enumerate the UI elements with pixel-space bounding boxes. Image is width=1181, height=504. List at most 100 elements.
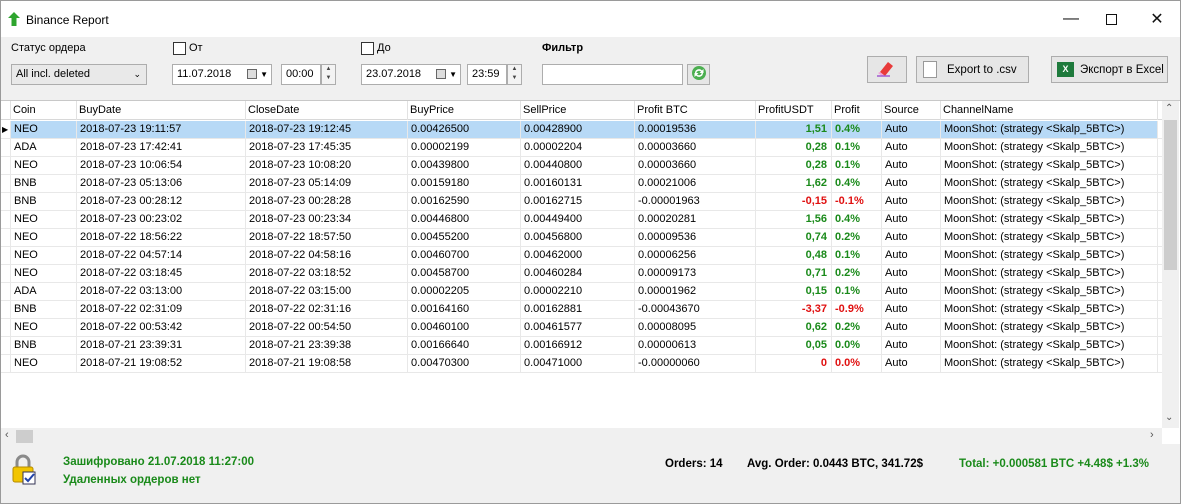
cell-profit-btc: 0.00000613 <box>635 337 756 354</box>
grid-header: Coin BuyDate CloseDate BuyPrice SellPrice Pro… <box>1 101 1162 120</box>
export-csv-button[interactable]: Export to .csv <box>916 56 1029 83</box>
cell-source: Auto <box>882 247 941 264</box>
cell-profit-usdt: 0,28 <box>756 139 832 156</box>
column-header-sell-price[interactable]: SellPrice <box>521 101 635 120</box>
column-header-coin[interactable]: Coin <box>11 101 77 120</box>
row-indicator <box>1 211 11 228</box>
from-time-input[interactable]: 00:00 <box>281 64 321 85</box>
table-row[interactable]: ADA 2018-07-22 03:13:00 2018-07-22 03:15:0… <box>1 283 1162 301</box>
table-row[interactable]: NEO 2018-07-22 00:53:42 2018-07-22 00:54:5… <box>1 319 1162 337</box>
row-indicator <box>1 157 11 174</box>
cell-profit-usdt: 0,05 <box>756 337 832 354</box>
vertical-scrollbar[interactable]: ⌃ ⌄ <box>1162 101 1179 428</box>
to-date-picker[interactable]: 23.07.2018 ▼ <box>361 64 461 85</box>
cell-coin: ADA <box>11 139 77 156</box>
table-row[interactable]: BNB 2018-07-22 02:31:09 2018-07-22 02:31:1… <box>1 301 1162 319</box>
scroll-up-icon[interactable]: ⌃ <box>1165 103 1173 114</box>
horizontal-scrollbar[interactable]: ‹ › <box>1 428 1162 445</box>
clear-button[interactable] <box>867 56 907 83</box>
cell-close-date: 2018-07-22 04:58:16 <box>246 247 408 264</box>
horizontal-scroll-thumb[interactable] <box>16 430 33 443</box>
row-indicator <box>1 301 11 318</box>
cell-coin: BNB <box>11 175 77 192</box>
close-button[interactable]: ✕ <box>1134 1 1180 37</box>
cell-channel-name: MoonShot: (strategy <Skalp_5BTC>) <box>941 337 1158 354</box>
cell-profit-usdt: 0,15 <box>756 283 832 300</box>
filter-input[interactable] <box>542 64 683 85</box>
cell-buy-price: 0.00002199 <box>408 139 521 156</box>
cell-profit-usdt: 0,71 <box>756 265 832 282</box>
table-row[interactable]: NEO 2018-07-22 04:57:14 2018-07-22 04:58:1… <box>1 247 1162 265</box>
row-indicator <box>1 337 11 354</box>
table-row[interactable]: NEO 2018-07-23 00:23:02 2018-07-23 00:23:3… <box>1 211 1162 229</box>
scroll-right-icon[interactable]: › <box>1150 429 1154 441</box>
refresh-button[interactable] <box>687 64 710 85</box>
status-label: Статус ордера <box>11 42 86 54</box>
maximize-button[interactable] <box>1088 1 1134 37</box>
cell-profit-pct: 0.4% <box>832 175 882 192</box>
cell-buy-date: 2018-07-23 17:42:41 <box>77 139 246 156</box>
column-header-profit-pct[interactable]: Profit <box>832 101 882 120</box>
to-label: До <box>377 42 391 54</box>
cell-buy-price: 0.00166640 <box>408 337 521 354</box>
cell-channel-name: MoonShot: (strategy <Skalp_5BTC>) <box>941 283 1158 300</box>
cell-close-date: 2018-07-22 03:15:00 <box>246 283 408 300</box>
column-header-buy-date[interactable]: BuyDate <box>77 101 246 120</box>
column-header-profit-btc[interactable]: Profit BTC <box>635 101 756 120</box>
to-date-value: 23.07.2018 <box>366 68 422 80</box>
table-row[interactable]: NEO 2018-07-21 19:08:52 2018-07-21 19:08:5… <box>1 355 1162 373</box>
cell-sell-price: 0.00166912 <box>521 337 635 354</box>
cell-coin: NEO <box>11 247 77 264</box>
table-row[interactable]: ADA 2018-07-23 17:42:41 2018-07-23 17:45:3… <box>1 139 1162 157</box>
column-header-source[interactable]: Source <box>882 101 941 120</box>
cell-profit-usdt: 1,56 <box>756 211 832 228</box>
column-header-buy-price[interactable]: BuyPrice <box>408 101 521 120</box>
cell-sell-price: 0.00162715 <box>521 193 635 210</box>
table-row[interactable]: ▶ NEO 2018-07-23 19:11:57 2018-07-23 19:12:… <box>1 121 1162 139</box>
to-time-spinner[interactable]: ▲ ▼ <box>507 64 522 85</box>
cell-profit-btc: 0.00020281 <box>635 211 756 228</box>
cell-profit-pct: 0.2% <box>832 265 882 282</box>
cell-buy-price: 0.00002205 <box>408 283 521 300</box>
cell-coin: NEO <box>11 229 77 246</box>
cell-profit-btc: 0.00006256 <box>635 247 756 264</box>
vertical-scroll-thumb[interactable] <box>1164 120 1177 270</box>
cell-coin: NEO <box>11 265 77 282</box>
column-header-profit-usdt[interactable]: ProfitUSDT <box>756 101 832 120</box>
table-row[interactable]: BNB 2018-07-23 05:13:06 2018-07-23 05:14:0… <box>1 175 1162 193</box>
table-row[interactable]: NEO 2018-07-23 10:06:54 2018-07-23 10:08:2… <box>1 157 1162 175</box>
scroll-down-icon[interactable]: ⌄ <box>1165 412 1173 423</box>
column-header-close-date[interactable]: CloseDate <box>246 101 408 120</box>
row-indicator <box>1 247 11 264</box>
table-row[interactable]: BNB 2018-07-23 00:28:12 2018-07-23 00:28:2… <box>1 193 1162 211</box>
row-indicator <box>1 139 11 156</box>
cell-buy-price: 0.00458700 <box>408 265 521 282</box>
table-row[interactable]: NEO 2018-07-22 03:18:45 2018-07-22 03:18:5… <box>1 265 1162 283</box>
cell-source: Auto <box>882 157 941 174</box>
column-header-channel-name[interactable]: ChannelName <box>941 101 1158 120</box>
cell-profit-pct: 0.1% <box>832 247 882 264</box>
row-indicator <box>1 265 11 282</box>
cell-close-date: 2018-07-21 23:39:38 <box>246 337 408 354</box>
row-indicator: ▶ <box>1 121 11 138</box>
cell-profit-usdt: 0 <box>756 355 832 372</box>
table-row[interactable]: NEO 2018-07-22 18:56:22 2018-07-22 18:57:5… <box>1 229 1162 247</box>
from-checkbox[interactable] <box>173 42 186 55</box>
cell-profit-usdt: -3,37 <box>756 301 832 318</box>
row-indicator-header <box>1 101 11 120</box>
to-checkbox[interactable] <box>361 42 374 55</box>
cell-profit-btc: 0.00008095 <box>635 319 756 336</box>
scroll-left-icon[interactable]: ‹ <box>5 429 9 441</box>
cell-source: Auto <box>882 211 941 228</box>
cell-source: Auto <box>882 355 941 372</box>
from-time-value: 00:00 <box>286 68 314 80</box>
to-time-input[interactable]: 23:59 <box>467 64 507 85</box>
from-label: От <box>189 42 203 54</box>
table-row[interactable]: BNB 2018-07-21 23:39:31 2018-07-21 23:39:3… <box>1 337 1162 355</box>
from-date-picker[interactable]: 11.07.2018 ▼ <box>172 64 272 85</box>
row-indicator <box>1 229 11 246</box>
cell-profit-pct: 0.1% <box>832 283 882 300</box>
status-select[interactable]: All incl. deleted ⌄ <box>11 64 147 85</box>
export-excel-button[interactable]: X Экспорт в Excel <box>1051 56 1168 83</box>
from-time-spinner[interactable]: ▲ ▼ <box>321 64 336 85</box>
